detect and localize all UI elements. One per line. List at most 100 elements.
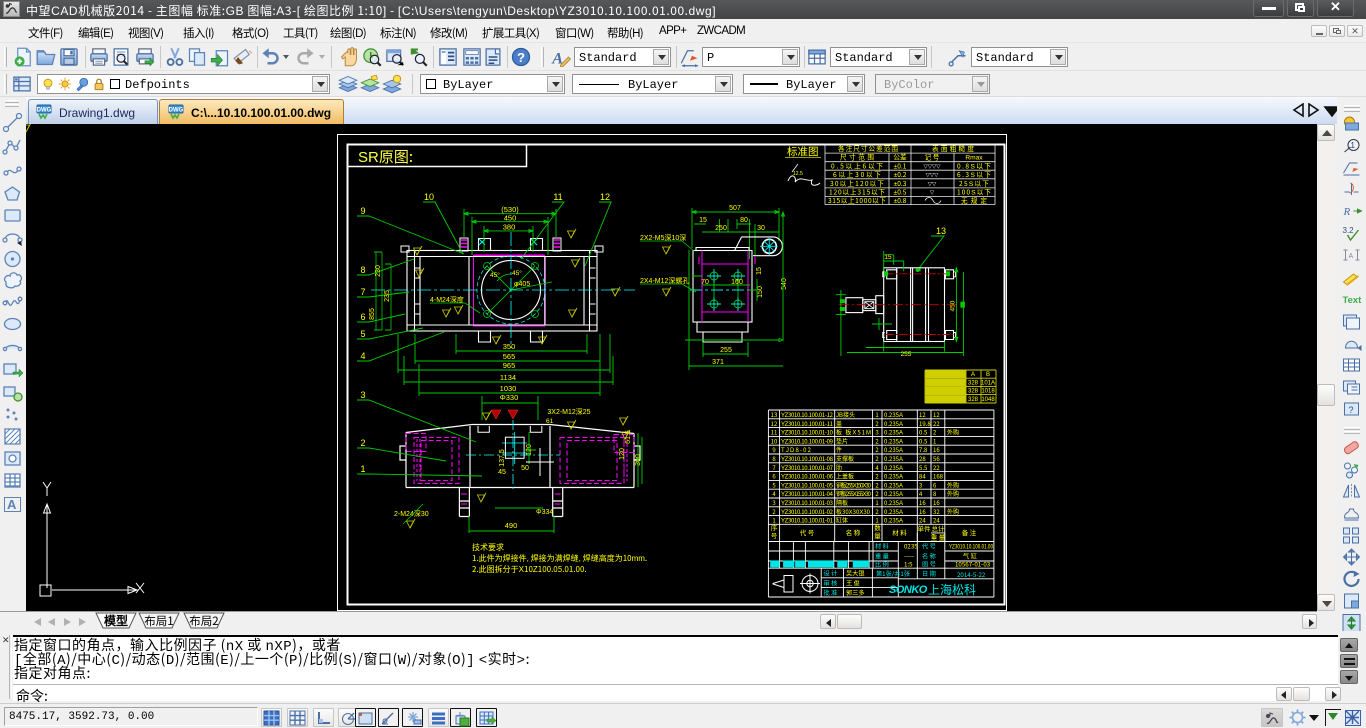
svg-text:缸体: 缸体 xyxy=(836,516,848,525)
svg-text:TJD8-02: TJD8-02 xyxy=(781,445,812,454)
svg-text:328: 328 xyxy=(968,389,979,395)
svg-text:4: 4 xyxy=(919,489,923,498)
svg-text:0.235A: 0.235A xyxy=(884,516,903,525)
svg-text:YZ3010.10.100.01.00: YZ3010.10.100.01.00 xyxy=(949,541,993,550)
svg-text:2: 2 xyxy=(875,445,879,454)
svg-text:2: 2 xyxy=(772,507,776,516)
svg-text:模型: 模型 xyxy=(104,612,128,629)
svg-text:12.5: 12.5 xyxy=(793,171,803,177)
svg-text:3: 3 xyxy=(772,498,775,507)
svg-text:Text: Text xyxy=(1343,295,1363,306)
svg-text:郭三多: 郭三多 xyxy=(846,588,865,597)
svg-text:0.235A: 0.235A xyxy=(884,480,903,489)
svg-text:22: 22 xyxy=(933,463,940,472)
svg-text:板30X30X30: 板30X30X30 xyxy=(836,507,871,516)
svg-text:5.5: 5.5 xyxy=(919,463,927,472)
svg-text:2: 2 xyxy=(875,436,879,445)
svg-text:6: 6 xyxy=(933,480,937,489)
svg-text:15: 15 xyxy=(699,217,707,224)
svg-text:YZ3010.10.100.01-10: YZ3010.10.100.01-10 xyxy=(781,428,834,437)
svg-text:2.此图拆分于X10Z100.05.01.00.: 2.此图拆分于X10Z100.05.01.00. xyxy=(472,564,587,575)
svg-text:代 号: 代 号 xyxy=(922,542,936,551)
svg-text:6: 6 xyxy=(360,312,365,322)
svg-text:137.5: 137.5 xyxy=(499,449,506,467)
svg-text:肋: 肋 xyxy=(836,463,842,472)
svg-text:YZ3010.10.100.01-07: YZ3010.10.100.01-07 xyxy=(781,463,834,472)
svg-text:外购: 外购 xyxy=(947,489,959,498)
svg-text:8: 8 xyxy=(772,454,776,463)
svg-text:0.235A: 0.235A xyxy=(884,472,903,481)
svg-text:φ405: φ405 xyxy=(514,281,530,288)
svg-text:45°: 45° xyxy=(490,271,500,279)
svg-text:支撑板: 支撑板 xyxy=(836,454,854,463)
svg-text:16: 16 xyxy=(919,507,926,516)
svg-text:1:5: 1:5 xyxy=(904,560,913,569)
svg-text:10: 10 xyxy=(424,192,434,202)
svg-text:单件: 单件 xyxy=(918,523,932,533)
svg-text:设 计: 设 计 xyxy=(824,569,838,578)
svg-text:8: 8 xyxy=(360,265,365,275)
svg-text:备 注: 备 注 xyxy=(962,527,977,537)
svg-text:0.235A: 0.235A xyxy=(884,436,903,445)
svg-text:300: 300 xyxy=(635,454,642,466)
svg-text:布局2: 布局2 xyxy=(189,613,218,629)
svg-text:A: A xyxy=(1349,253,1354,260)
svg-text:Φ330: Φ330 xyxy=(500,393,519,402)
svg-text:507: 507 xyxy=(729,205,741,212)
svg-text:15: 15 xyxy=(756,267,763,275)
svg-text:0235: 0235 xyxy=(904,542,918,551)
svg-text:号: 号 xyxy=(771,530,778,540)
svg-text:Φ334: Φ334 xyxy=(536,509,553,516)
svg-text:钢板255X155X30: 钢板255X155X30 xyxy=(836,489,872,498)
svg-text:32: 32 xyxy=(933,507,940,516)
svg-text:30: 30 xyxy=(757,225,765,232)
svg-text:4: 4 xyxy=(360,351,365,361)
svg-text:450: 450 xyxy=(504,214,517,223)
svg-text:▽▽▽: ▽▽▽ xyxy=(926,173,939,179)
svg-text:3: 3 xyxy=(360,390,365,400)
svg-text:7: 7 xyxy=(772,463,776,472)
svg-text:YZ3010.10.100.01-01: YZ3010.10.100.01-01 xyxy=(781,516,833,525)
svg-text:1.此件为焊接件, 焊接为满焊缝, 焊缝高度为10mm.: 1.此件为焊接件, 焊接为满焊缝, 焊缝高度为10mm. xyxy=(472,553,647,564)
svg-text:5: 5 xyxy=(772,480,775,489)
svg-text:45°: 45° xyxy=(512,269,522,277)
svg-text:101A: 101A xyxy=(981,381,995,387)
svg-text:R: R xyxy=(1343,206,1351,218)
svg-text:160: 160 xyxy=(731,279,743,286)
svg-text:45: 45 xyxy=(498,469,506,476)
svg-text:13: 13 xyxy=(936,226,946,236)
svg-text:2: 2 xyxy=(360,438,365,448)
svg-text:230: 230 xyxy=(375,265,382,277)
svg-text:315以上1000以下: 315以上1000以下 xyxy=(828,195,886,205)
svg-text:0.5: 0.5 xyxy=(919,436,927,445)
svg-text:王 俊: 王 俊 xyxy=(846,578,860,587)
svg-text:2: 2 xyxy=(875,472,879,481)
svg-text:SONKO: SONKO xyxy=(889,584,928,596)
svg-text:50: 50 xyxy=(521,465,529,472)
svg-text:3: 3 xyxy=(875,428,878,437)
svg-text:9: 9 xyxy=(360,206,365,216)
svg-text:16: 16 xyxy=(933,445,940,454)
svg-text:▽▽: ▽▽ xyxy=(928,181,937,187)
svg-text:22: 22 xyxy=(933,419,940,428)
svg-text:12: 12 xyxy=(919,410,926,419)
svg-text:外购: 外购 xyxy=(947,480,959,489)
svg-text:名 称: 名 称 xyxy=(846,527,861,537)
svg-text:上海松科: 上海松科 xyxy=(928,581,976,598)
svg-text:28: 28 xyxy=(919,454,926,463)
svg-text:SR原图:: SR原图: xyxy=(358,146,413,167)
svg-text:12: 12 xyxy=(771,419,778,428)
svg-text:件: 件 xyxy=(836,445,842,454)
svg-text:1: 1 xyxy=(1351,141,1356,150)
svg-text:10: 10 xyxy=(771,436,778,445)
svg-text:0.235A: 0.235A xyxy=(884,463,903,472)
svg-text:0.235A: 0.235A xyxy=(884,445,903,454)
svg-text:540: 540 xyxy=(781,278,788,290)
svg-text:隔板: 隔板 xyxy=(836,498,848,507)
svg-text:代 号: 代 号 xyxy=(800,527,815,537)
svg-text:380: 380 xyxy=(503,223,516,232)
svg-text:1: 1 xyxy=(875,498,878,507)
svg-text:YZ3010.10.100.01-02: YZ3010.10.100.01-02 xyxy=(781,507,834,516)
svg-text:4: 4 xyxy=(875,463,879,472)
svg-text:9: 9 xyxy=(772,445,775,454)
